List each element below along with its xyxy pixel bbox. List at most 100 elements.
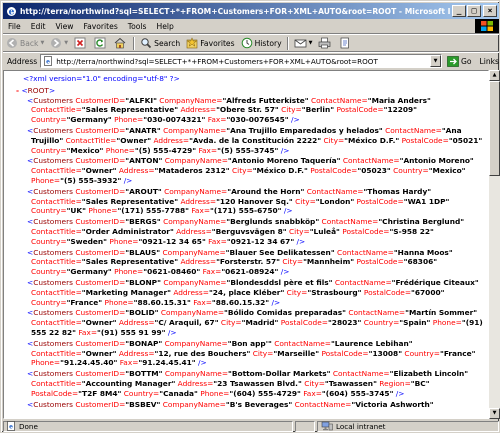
- attribute-name: ContactTitle=: [31, 226, 82, 236]
- menu-view[interactable]: View: [50, 22, 78, 31]
- status-main: e Done: [3, 420, 293, 432]
- home-button[interactable]: [111, 36, 131, 51]
- attribute-name: CompanyName=: [164, 186, 228, 196]
- attribute-name: Fax=: [202, 267, 222, 277]
- scroll-down-arrow-icon[interactable]: ▼: [489, 408, 500, 419]
- attribute-value: "Germany": [66, 267, 112, 277]
- menu-edit[interactable]: Edit: [26, 22, 51, 31]
- back-dropdown-icon[interactable]: ▼: [40, 40, 44, 46]
- attribute-name: Address=: [180, 257, 217, 267]
- attribute-name: CustomerID=: [75, 369, 126, 379]
- edit-button[interactable]: [336, 36, 356, 51]
- customer-record: <Customers CustomerID="ALFKI" CompanyNam…: [27, 95, 431, 125]
- attribute-value: "120 Hanover Sq.": [216, 196, 293, 206]
- toolbar-separator: [286, 36, 289, 50]
- attribute-name: ContactTitle=: [31, 348, 82, 358]
- attribute-value: "Strasbourg": [307, 287, 362, 297]
- page-icon: e: [44, 56, 53, 66]
- attribute-name: PostalCode=: [310, 166, 358, 176]
- mail-button[interactable]: ▼: [291, 36, 316, 51]
- attribute-name: Address=: [118, 166, 155, 176]
- forward-dropdown-icon[interactable]: ▼: [64, 40, 68, 46]
- attribute-value: "Alfreds Futterkiste": [222, 95, 309, 105]
- address-dropdown-icon[interactable]: ▼: [430, 55, 441, 67]
- collapse-toggle[interactable]: -: [16, 86, 19, 95]
- attribute-value: "ANATR": [125, 125, 161, 135]
- attribute-value: "(5) 555-4729": [134, 145, 197, 155]
- mail-dropdown-icon[interactable]: ▼: [309, 40, 313, 46]
- attribute-value: "12209": [383, 105, 418, 115]
- go-button[interactable]: Go: [447, 55, 471, 67]
- attribute-value: "Blondesddsl père et fils": [226, 277, 333, 287]
- stop-button[interactable]: [71, 36, 91, 51]
- address-bar: Address e http://terra/northwind?sql=SEL…: [3, 53, 499, 69]
- attribute-value: "13008": [368, 348, 403, 358]
- attribute-name: CompanyName=: [162, 399, 226, 409]
- attribute-value: "BC": [410, 378, 430, 388]
- attribute-name: City=: [304, 378, 325, 388]
- history-button[interactable]: History: [238, 36, 285, 51]
- attribute-name: ContactTitle=: [31, 166, 82, 176]
- attribute-name: Country=: [123, 388, 160, 398]
- attribute-name: Country=: [363, 318, 400, 328]
- root-tag: ROOT: [27, 85, 49, 95]
- attribute-value: "London": [315, 196, 355, 206]
- print-button[interactable]: [315, 36, 336, 51]
- customer-record: <Customers CustomerID="BLAUS" CompanyNam…: [27, 247, 453, 277]
- attribute-name: Country=: [393, 166, 429, 176]
- attribute-name: ContactName=: [306, 186, 364, 196]
- security-zone: Local intranet: [317, 420, 499, 432]
- attribute-value: "WA1 1DP": [403, 196, 450, 206]
- element-name: Customers: [33, 369, 73, 379]
- attribute-value: "Berguvsvägen 8": [211, 226, 287, 236]
- address-input[interactable]: e http://terra/northwind?sql=SELECT+*+FR…: [40, 54, 443, 68]
- search-button[interactable]: Search: [137, 36, 183, 51]
- attribute-name: CompanyName=: [162, 247, 226, 257]
- status-panel: [295, 420, 315, 432]
- attribute-name: CompanyName=: [163, 217, 227, 227]
- favorites-button[interactable]: Favorites: [183, 36, 237, 51]
- svg-text:e: e: [8, 7, 14, 17]
- close-button[interactable]: ×: [483, 5, 497, 17]
- element-name: Customers: [33, 277, 73, 287]
- attribute-name: ContactTitle=: [31, 378, 82, 388]
- menu-tools[interactable]: Tools: [123, 22, 152, 31]
- maximize-button[interactable]: □: [467, 5, 481, 17]
- attribute-value: "Marseille": [273, 348, 320, 358]
- menu-help[interactable]: Help: [152, 22, 179, 31]
- svg-text:e: e: [9, 424, 13, 431]
- menu-bar: File Edit View Favorites Tools Help: [3, 19, 499, 34]
- attribute-name: ContactName=: [385, 125, 442, 135]
- menu-file[interactable]: File: [3, 22, 26, 31]
- forward-button[interactable]: ▼: [47, 36, 71, 51]
- attribute-name: CustomerID=: [75, 247, 126, 257]
- zone-label: Local intranet: [336, 421, 386, 431]
- vertical-scrollbar[interactable]: ▲ ▼: [489, 70, 500, 419]
- attribute-value: "Around the Horn": [227, 186, 305, 196]
- attribute-value: "24, place Kléber": [208, 287, 285, 297]
- attribute-name: CustomerID=: [75, 308, 126, 318]
- links-button[interactable]: Links: [479, 57, 499, 66]
- attribute-name: CustomerID=: [75, 277, 126, 287]
- attribute-value: "Martín Sommer": [405, 308, 478, 318]
- attribute-name: Address=: [180, 105, 217, 115]
- element-name: Customers: [33, 156, 73, 166]
- attribute-value: "Owner": [116, 135, 152, 145]
- attribute-name: ContactName=: [332, 369, 390, 379]
- menu-favorites[interactable]: Favorites: [78, 22, 122, 31]
- attribute-name: Country=: [31, 206, 67, 216]
- attribute-value: "Owner": [81, 166, 117, 176]
- xml-declaration: <?xml version="1.0" encoding="utf-8" ?>: [23, 74, 180, 83]
- refresh-button[interactable]: [91, 36, 111, 51]
- attribute-value: "23 Tsawassen Blvd.": [213, 378, 302, 388]
- attribute-name: Fax=: [119, 358, 139, 368]
- attribute-name: Region=: [379, 378, 411, 388]
- attribute-name: PostalCode=: [321, 348, 369, 358]
- scroll-up-arrow-icon[interactable]: ▲: [489, 70, 500, 81]
- minimize-button[interactable]: _: [452, 5, 466, 17]
- scroll-thumb[interactable]: [489, 81, 500, 176]
- attribute-name: City=: [232, 166, 253, 176]
- attribute-value: "France": [66, 297, 103, 307]
- attribute-name: Address=: [176, 226, 212, 236]
- back-button[interactable]: Back ▼: [3, 36, 47, 51]
